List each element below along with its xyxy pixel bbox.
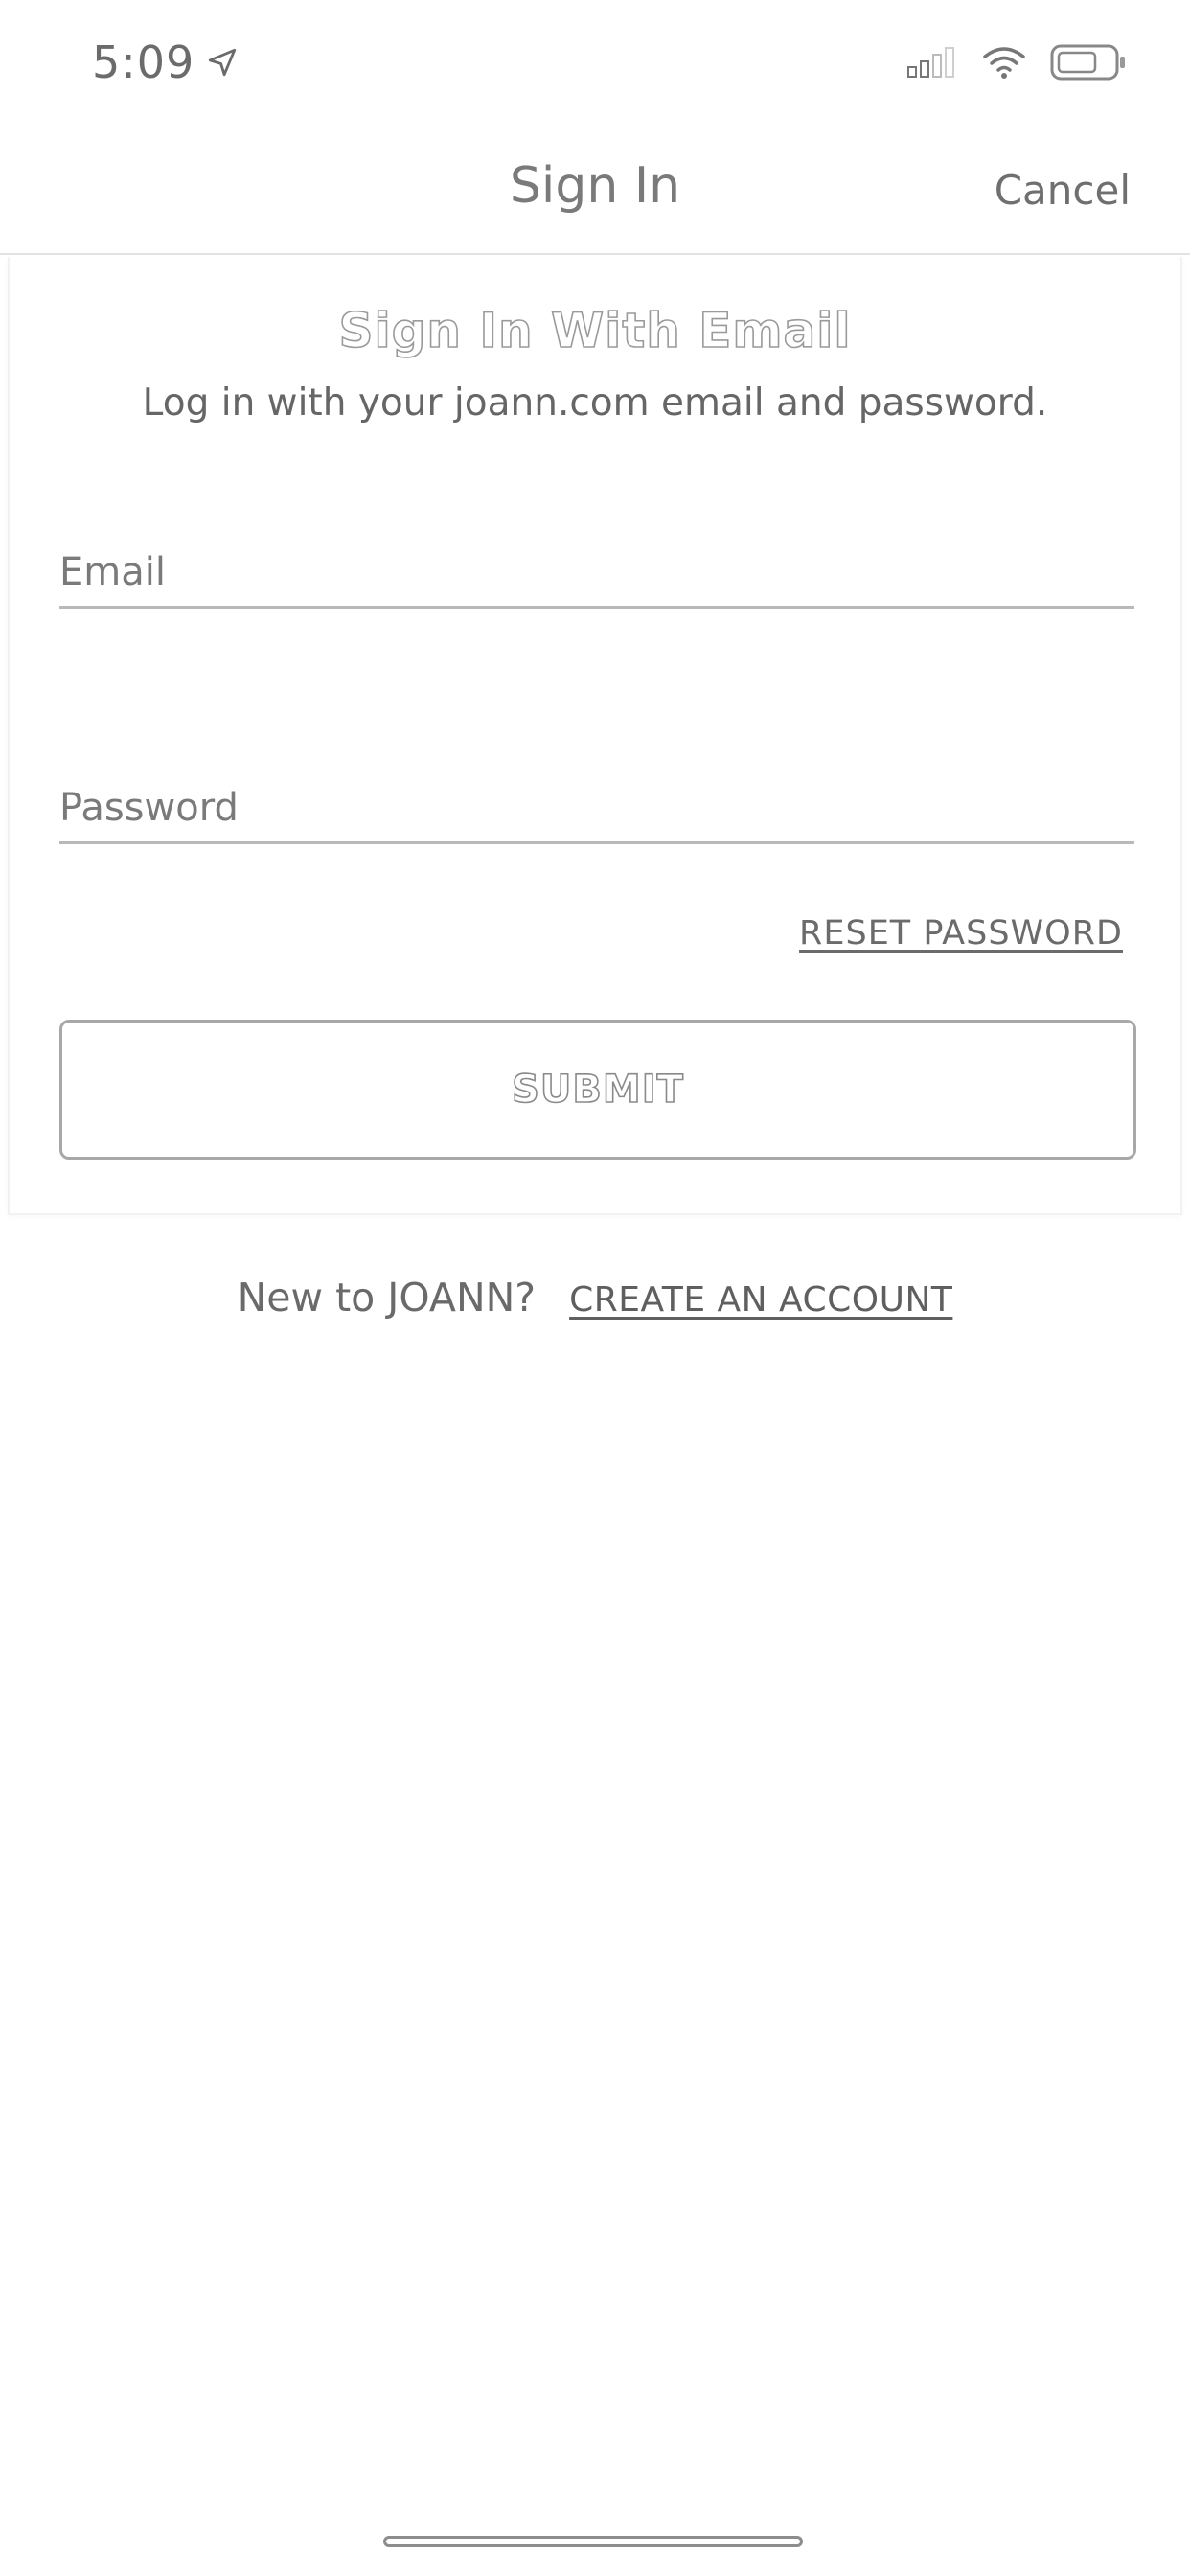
nav-bar: Sign In Cancel bbox=[0, 125, 1190, 255]
status-time: 5:09 bbox=[92, 36, 239, 88]
new-user-prompt: New to JOANN? bbox=[237, 1275, 537, 1321]
card-subtext: Log in with your joann.com email and pas… bbox=[142, 381, 1048, 425]
email-field bbox=[59, 539, 1134, 609]
create-account-row: New to JOANN? CREATE AN ACCOUNT bbox=[0, 1275, 1190, 1321]
sign-in-card: Sign In With Email Log in with your joan… bbox=[8, 257, 1182, 1215]
status-time-text: 5:09 bbox=[92, 36, 195, 88]
password-input[interactable] bbox=[59, 774, 1134, 841]
battery-icon bbox=[1050, 44, 1125, 80]
submit-button[interactable]: SUBMIT bbox=[59, 1020, 1136, 1160]
cancel-button[interactable]: Cancel bbox=[995, 167, 1131, 214]
wifi-icon bbox=[983, 47, 1025, 79]
password-field bbox=[59, 774, 1134, 844]
submit-label: SUBMIT bbox=[511, 1067, 684, 1113]
email-input[interactable] bbox=[59, 539, 1134, 606]
cellular-signal-icon bbox=[907, 47, 954, 78]
card-heading: Sign In With Email bbox=[338, 302, 852, 359]
location-arrow-icon bbox=[209, 48, 237, 77]
home-indicator[interactable] bbox=[383, 2536, 803, 2547]
create-account-link[interactable]: CREATE AN ACCOUNT bbox=[569, 1280, 952, 1320]
reset-password-link[interactable]: RESET PASSWORD bbox=[799, 914, 1123, 953]
status-bar: 5:09 bbox=[0, 0, 1190, 125]
status-icons bbox=[906, 44, 1127, 80]
